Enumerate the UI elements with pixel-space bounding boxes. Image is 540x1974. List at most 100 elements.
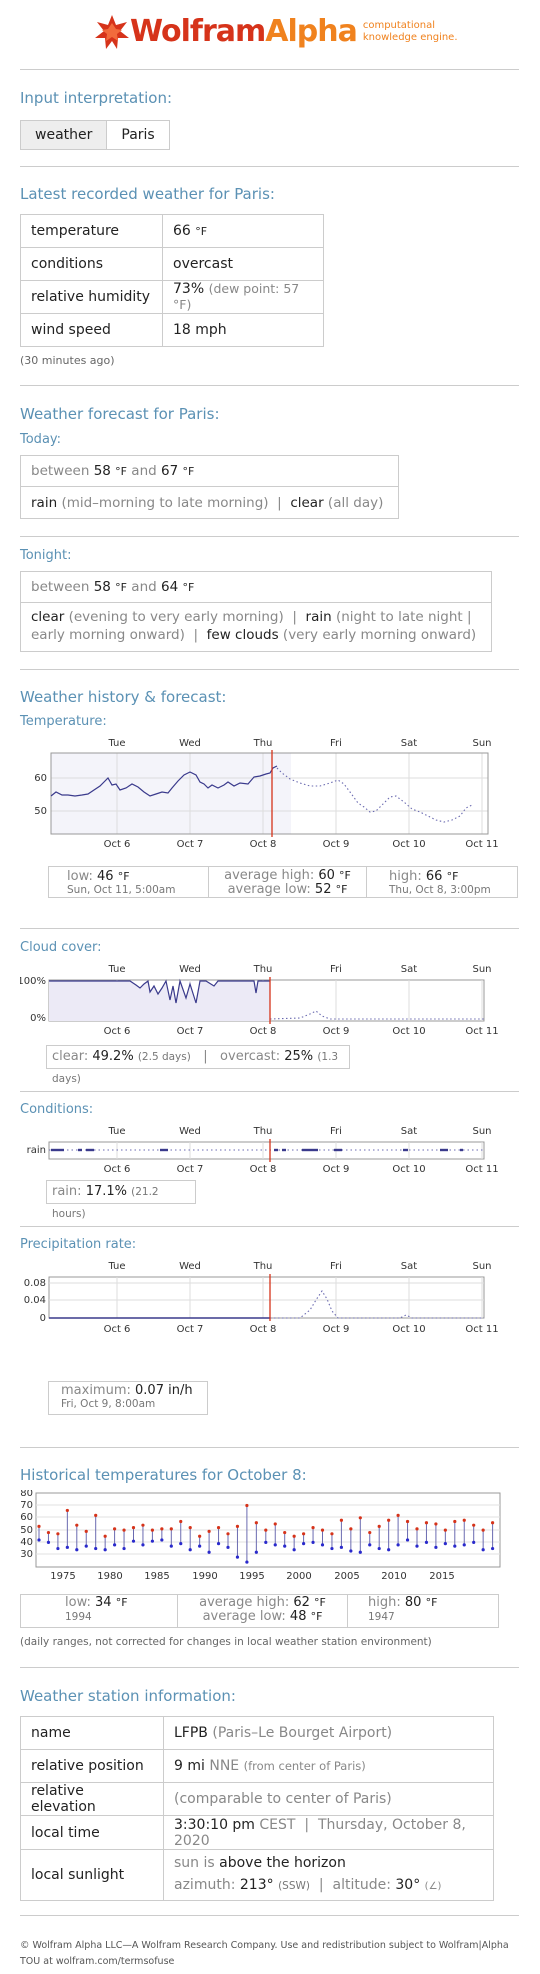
low-point: [387, 1548, 391, 1552]
tick-label: 50: [20, 1525, 33, 1536]
high-point: [254, 1521, 258, 1525]
divider: [20, 69, 519, 70]
tick-label: Tue: [107, 1261, 125, 1272]
station-name-label: name: [20, 1716, 164, 1750]
low-point: [424, 1540, 429, 1544]
divider: [20, 1091, 519, 1092]
divider: [20, 1447, 519, 1448]
humidity-value: 73% (dew point: 57 °F): [162, 280, 324, 314]
high-point: [292, 1534, 296, 1538]
humidity-label: relative humidity: [20, 280, 163, 314]
paris-button[interactable]: Paris: [107, 121, 168, 149]
low-point: [434, 1545, 438, 1549]
high-point: [235, 1524, 240, 1529]
divider: [20, 536, 519, 537]
precipitation-stats: maximum: 0.07 in/h Fri, Oct 9, 8:00am: [48, 1381, 208, 1415]
relative-elevation-label: relative elevation: [20, 1782, 164, 1816]
station-table: name LFPB (Paris–Le Bourget Airport) rel…: [20, 1716, 494, 1901]
low-point: [141, 1543, 145, 1547]
tick-label: Oct 9: [323, 1164, 350, 1175]
high-point: [320, 1528, 325, 1532]
tonight-temp-range: between 58 °F and 64 °F: [21, 572, 491, 603]
wolfram-alpha-logo[interactable]: WolframAlpha computational knowledge engi…: [94, 14, 458, 50]
high-point: [207, 1529, 211, 1533]
relative-position-label: relative position: [20, 1749, 164, 1783]
low-point: [396, 1543, 400, 1547]
tick-label: Oct 10: [392, 839, 425, 850]
low-point: [150, 1539, 154, 1543]
divider: [20, 1226, 519, 1227]
input-interpretation-buttons: weather Paris: [20, 120, 170, 150]
tick-label: 2010: [381, 1571, 406, 1582]
low-point: [302, 1542, 306, 1546]
historical-temperatures-title: Historical temperatures for October 8:: [20, 1466, 307, 1484]
temp-low-stat: low: 46 °F Sun, Oct 11, 5:00am: [49, 867, 209, 897]
low-point: [453, 1544, 457, 1548]
high-point: [424, 1521, 429, 1525]
today-conditions: rain (mid–morning to late morning) | cle…: [31, 495, 384, 511]
low-point: [188, 1548, 192, 1552]
high-point: [103, 1534, 107, 1538]
high-point: [283, 1530, 287, 1535]
low-point: [415, 1544, 419, 1548]
divider: [20, 1667, 519, 1668]
tick-label: Thu: [253, 1126, 273, 1137]
tick-label: 30: [20, 1549, 33, 1560]
low-point: [264, 1540, 268, 1544]
tick-label: Thu: [253, 964, 273, 975]
high-point: [368, 1530, 372, 1535]
temp-average-stat: average high: 60 °F average low: 52 °F: [209, 867, 367, 897]
low-point: [254, 1550, 258, 1554]
tick-label: 60: [20, 1512, 33, 1523]
low-point: [179, 1542, 183, 1546]
tick-label: Wed: [179, 1261, 201, 1272]
tick-label: Oct 6: [104, 1324, 131, 1335]
high-point: [65, 1508, 69, 1513]
historical-temperatures-chart: 807060 504030 1975 1980 1985 1990 1995 2000 …: [20, 1490, 501, 1582]
footer: © Wolfram Alpha LLC—A Wolfram Research C…: [20, 1938, 530, 1970]
tick-label: 2005: [334, 1571, 359, 1582]
footer-terms-link[interactable]: TOU at wolfram.com/termsofuse: [20, 1954, 530, 1970]
conditions-stats: rain: 17.1% (21.2 hours): [46, 1180, 196, 1220]
temperature-value: 66 °F: [162, 214, 324, 248]
logo-wordmark: WolframAlpha: [130, 14, 358, 49]
tick-label: Sun: [472, 738, 491, 749]
high-point: [396, 1513, 400, 1517]
high-point: [330, 1532, 334, 1536]
low-point: [292, 1548, 296, 1552]
tick-label: Fri: [330, 738, 342, 749]
tick-label: Oct 7: [177, 1324, 204, 1335]
divider: [20, 385, 519, 386]
high-point: [453, 1519, 457, 1524]
tonight-conditions: clear (evening to very early morning) | …: [31, 609, 477, 643]
latest-weather-table: temperature 66 °F conditions overcast re…: [20, 214, 324, 347]
low-point: [65, 1545, 69, 1549]
high-point: [273, 1522, 277, 1526]
tick-label: 0: [40, 1313, 46, 1324]
station-title: Weather station information:: [20, 1687, 236, 1705]
cloud-cover-chart: Tue Wed Thu Fri Sat Sun Oct 6 Oct 7 Oct 8 Oct …: [20, 964, 499, 1037]
high-point: [311, 1526, 315, 1530]
today-forecast-box: between 58 °F and 67 °F rain (mid–mornin…: [20, 455, 399, 519]
low-point: [405, 1538, 410, 1542]
footer-copyright[interactable]: © Wolfram Alpha LLC—A Wolfram Research C…: [20, 1938, 530, 1954]
weather-button[interactable]: weather: [21, 121, 108, 149]
low-point: [122, 1546, 126, 1551]
tick-label: Sat: [401, 1261, 417, 1272]
high-point: [481, 1528, 485, 1532]
high-point: [56, 1532, 60, 1536]
low-point: [198, 1544, 202, 1548]
divider: [20, 928, 519, 929]
conditions-chart: Tue Wed Thu Fri Sat Sun Oct 6 Oct 7 Oct 8 Oct …: [27, 1126, 499, 1175]
low-point: [481, 1548, 485, 1552]
tonight-label: Tonight:: [20, 548, 72, 563]
tick-label: Oct 11: [465, 1026, 498, 1037]
tick-label: Sun: [472, 1261, 491, 1272]
high-point: [188, 1526, 192, 1530]
tick-label: Oct 9: [323, 839, 350, 850]
tick-label: Sun: [472, 964, 491, 975]
tick-label: 80: [20, 1490, 33, 1499]
low-point: [226, 1545, 230, 1549]
precipitation-chart-label: Precipitation rate:: [20, 1237, 137, 1252]
high-point: [122, 1528, 126, 1532]
